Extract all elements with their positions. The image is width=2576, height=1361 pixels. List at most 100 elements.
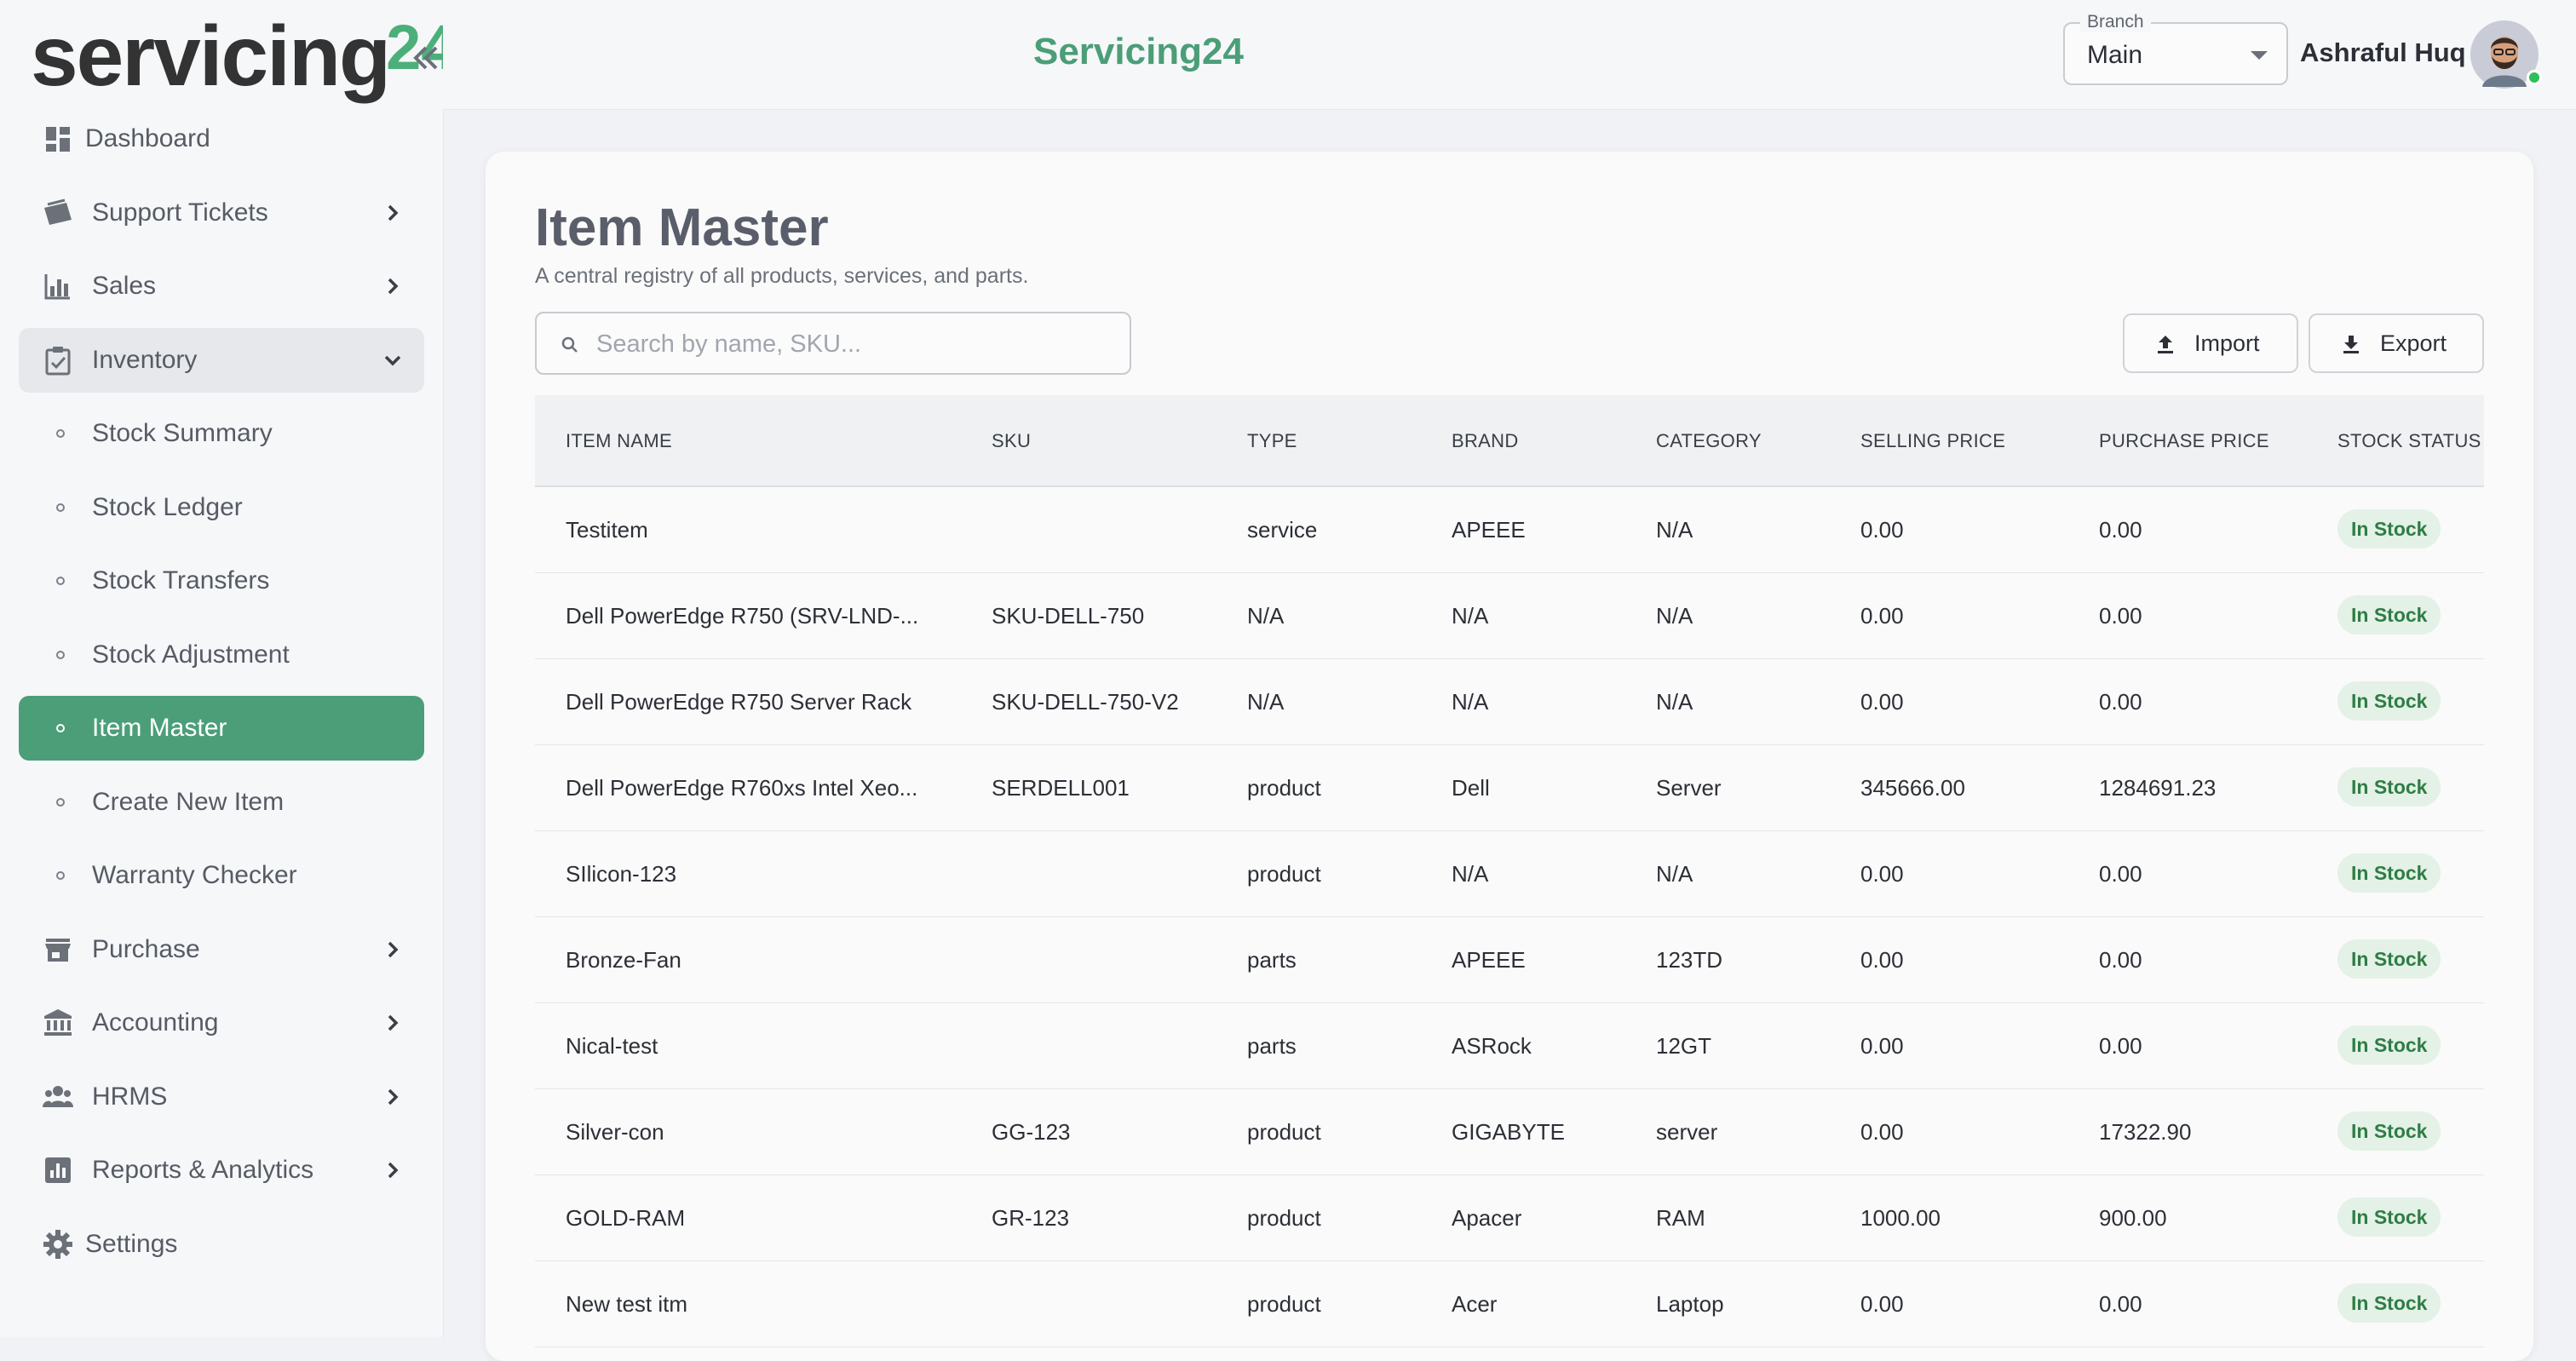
cell-type: product (1247, 1291, 1321, 1317)
cell-purchase-price: 900.00 (2099, 1205, 2167, 1231)
sidebar-item-stock-summary[interactable]: Stock Summary (19, 401, 424, 466)
status-badge: In Stock (2337, 681, 2441, 721)
sidebar-item-hrms[interactable]: HRMS (19, 1065, 424, 1129)
cell-purchase-price: 0.00 (2099, 1033, 2142, 1059)
cell-selling-price: 0.00 (1860, 947, 1904, 973)
table-row[interactable]: SIlicon-123 product N/A N/A 0.00 0.00 In… (535, 831, 2484, 917)
cell-selling-price: 0.00 (1860, 1119, 1904, 1145)
store-icon (41, 933, 75, 967)
branch-select[interactable]: Branch Main (2063, 12, 2288, 85)
cell-item-name: Dell PowerEdge R760xs Intel Xeo... (566, 775, 918, 801)
column-header-brand[interactable]: BRAND (1452, 430, 1519, 452)
people-icon (41, 1080, 75, 1114)
cell-purchase-price: 0.00 (2099, 603, 2142, 629)
chevron-right-icon (380, 1157, 405, 1183)
cell-category: N/A (1656, 861, 1693, 887)
status-badge: In Stock (2337, 595, 2441, 635)
gear-icon (41, 1227, 75, 1261)
cell-type: N/A (1247, 689, 1285, 715)
sidebar-item-inventory[interactable]: Inventory (19, 327, 424, 393)
sidebar-item-stock-transfers[interactable]: Stock Transfers (19, 548, 424, 613)
column-header-type[interactable]: TYPE (1247, 430, 1297, 452)
analytics-icon (41, 1153, 75, 1187)
cell-purchase-price: 17322.90 (2099, 1119, 2192, 1145)
table-header: ITEM NAME SKU TYPE BRAND CATEGORY SELLIN… (535, 395, 2484, 487)
bullet-icon (56, 871, 65, 880)
status-badge: In Stock (2337, 939, 2441, 979)
search-input[interactable] (595, 325, 1109, 363)
caret-down-icon (2251, 51, 2268, 60)
sidebar-item-purchase[interactable]: Purchase (19, 917, 424, 982)
sidebar-item-create-new-item[interactable]: Create New Item (19, 770, 424, 835)
table-row[interactable]: Bronze-Fan parts APEEE 123TD 0.00 0.00 I… (535, 917, 2484, 1003)
cell-category: Server (1656, 775, 1722, 801)
sidebar-item-warranty-checker[interactable]: Warranty Checker (19, 843, 424, 908)
column-header-purchase-price[interactable]: PURCHASE PRICE (2099, 430, 2269, 452)
sidebar-item-settings[interactable]: Settings (19, 1212, 424, 1277)
sidebar-item-dashboard[interactable]: Dashboard (19, 106, 424, 171)
user-name[interactable]: Ashraful Huq (2300, 37, 2466, 68)
bullet-icon (56, 429, 65, 438)
sidebar-item-support-tickets[interactable]: Support Tickets (19, 181, 424, 245)
search-field[interactable] (535, 312, 1131, 375)
sidebar-item-stock-ledger[interactable]: Stock Ledger (19, 475, 424, 540)
cell-selling-price: 1000.00 (1860, 1205, 1941, 1231)
column-header-item-name[interactable]: ITEM NAME (566, 430, 672, 452)
import-button[interactable]: Import (2123, 313, 2298, 373)
branch-value: Main (2087, 41, 2143, 69)
column-header-stock-status[interactable]: STOCK STATUS (2337, 430, 2481, 452)
bullet-icon (56, 502, 65, 512)
cell-brand: APEEE (1452, 517, 1526, 543)
sidebar-item-label: Purchase (92, 934, 200, 963)
cell-sku: SKU-DELL-750-V2 (992, 689, 1179, 715)
table-row[interactable]: Testitem service APEEE N/A 0.00 0.00 In … (535, 487, 2484, 573)
table-row[interactable]: Nical-test parts ASRock 12GT 0.00 0.00 I… (535, 1003, 2484, 1089)
cell-item-name: Testitem (566, 517, 648, 543)
table-row[interactable]: GOLD-RAM GR-123 product Apacer RAM 1000.… (535, 1175, 2484, 1261)
export-button[interactable]: Export (2309, 313, 2484, 373)
cell-item-name: Bronze-Fan (566, 947, 681, 973)
sidebar-item-label: Reports & Analytics (92, 1156, 314, 1184)
download-icon (2339, 332, 2363, 356)
import-label: Import (2194, 330, 2260, 356)
cell-brand: APEEE (1452, 947, 1526, 973)
sidebar-item-accounting[interactable]: Accounting (19, 991, 424, 1055)
sidebar-item-item-master[interactable]: Item Master (19, 696, 424, 761)
column-header-category[interactable]: CATEGORY (1656, 430, 1762, 452)
collapse-sidebar-button[interactable] (405, 37, 446, 78)
cell-selling-price: 0.00 (1860, 1291, 1904, 1317)
column-header-selling-price[interactable]: SELLING PRICE (1860, 430, 2005, 452)
sidebar-item-stock-adjustment[interactable]: Stock Adjustment (19, 623, 424, 687)
items-table: ITEM NAME SKU TYPE BRAND CATEGORY SELLIN… (535, 395, 2484, 1347)
table-row[interactable]: New test itm product Acer Laptop 0.00 0.… (535, 1261, 2484, 1347)
export-label: Export (2380, 330, 2447, 356)
cell-selling-price: 0.00 (1860, 517, 1904, 543)
sidebar-item-label: Sales (92, 272, 157, 300)
status-badge: In Stock (2337, 1111, 2441, 1151)
page-subtitle: A central registry of all products, serv… (535, 264, 1029, 288)
status-badge: In Stock (2337, 853, 2441, 893)
bank-icon (41, 1006, 75, 1040)
sidebar-item-label: Settings (85, 1229, 178, 1258)
top-header: Servicing24 Branch Main Ashraful Huq (443, 0, 2576, 110)
cell-category: server (1656, 1119, 1718, 1145)
column-header-sku[interactable]: SKU (992, 430, 1031, 452)
cell-category: RAM (1656, 1205, 1705, 1231)
sidebar-item-reports-analytics[interactable]: Reports & Analytics (19, 1138, 424, 1203)
cell-selling-price: 0.00 (1860, 861, 1904, 887)
cell-category: N/A (1656, 517, 1693, 543)
cell-item-name: GOLD-RAM (566, 1205, 686, 1231)
inventory-icon (41, 343, 75, 377)
table-row[interactable]: Dell PowerEdge R750 (SRV-LND-... SKU-DEL… (535, 573, 2484, 659)
cell-item-name: New test itm (566, 1291, 688, 1317)
cell-item-name: Silver-con (566, 1119, 664, 1145)
cell-purchase-price: 0.00 (2099, 689, 2142, 715)
table-row[interactable]: Silver-con GG-123 product GIGABYTE serve… (535, 1089, 2484, 1175)
table-row[interactable]: Dell PowerEdge R750 Server Rack SKU-DELL… (535, 659, 2484, 745)
cell-brand: Acer (1452, 1291, 1498, 1317)
logo[interactable]: servicing 24 (31, 7, 456, 106)
cell-purchase-price: 0.00 (2099, 517, 2142, 543)
sidebar-item-sales[interactable]: Sales (19, 254, 424, 319)
cell-purchase-price: 0.00 (2099, 861, 2142, 887)
table-row[interactable]: Dell PowerEdge R760xs Intel Xeo... SERDE… (535, 745, 2484, 831)
